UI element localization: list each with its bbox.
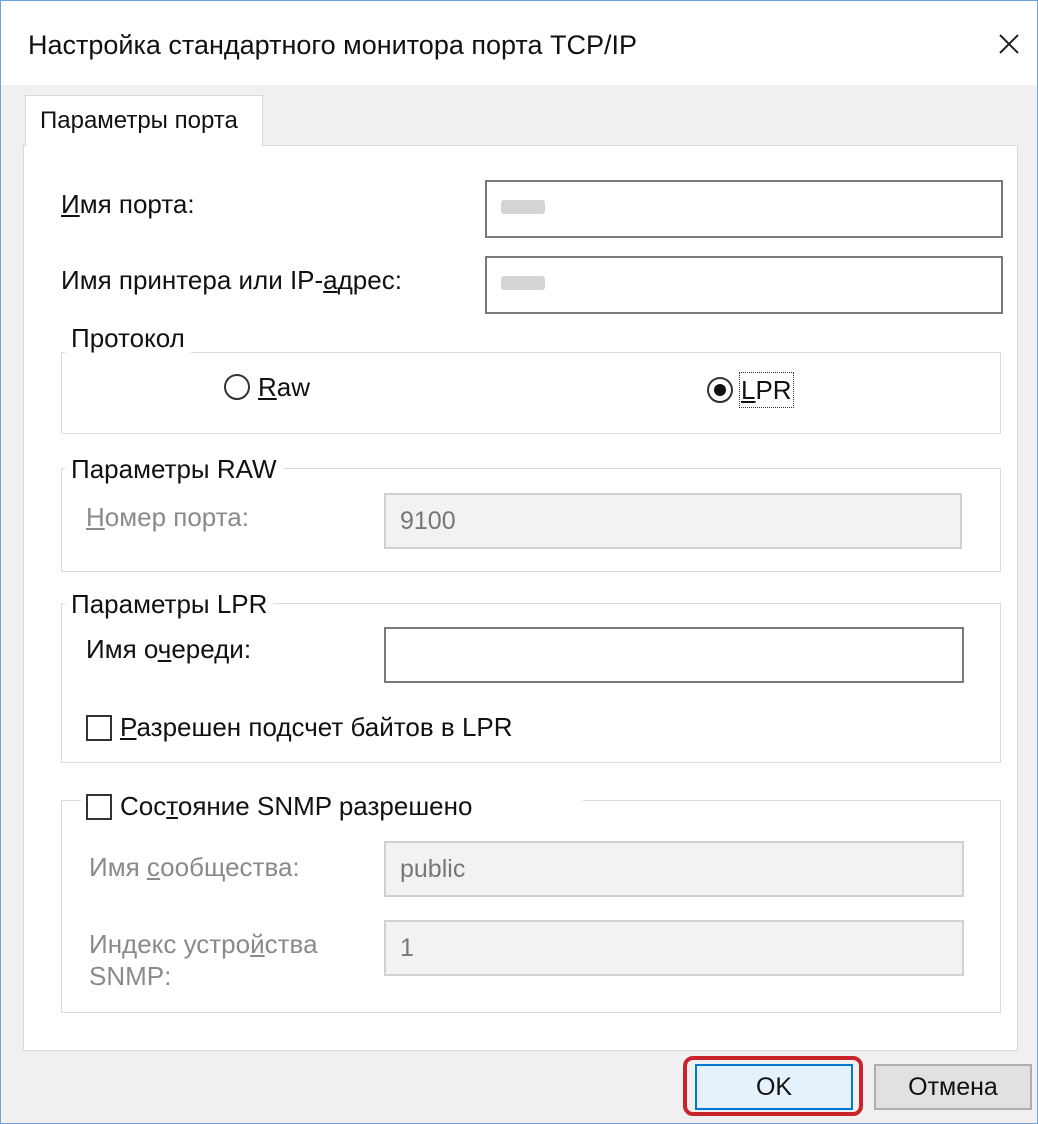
close-icon — [999, 34, 1019, 54]
redacted-value — [501, 276, 545, 290]
protocol-group — [61, 352, 1001, 434]
tab-panel: Имя порта: Имя принтера или IP-адрес: Пр… — [23, 145, 1018, 1051]
printer-address-label: Имя принтера или IP-адрес: — [61, 265, 402, 295]
printer-address-input[interactable] — [485, 256, 1003, 314]
tab-port-settings-label: Параметры порта — [40, 107, 238, 134]
window-title: Настройка стандартного монитора порта TC… — [28, 30, 638, 60]
raw-radio-label[interactable]: Raw — [258, 371, 310, 403]
tab-port-settings[interactable]: Параметры порта — [25, 95, 263, 147]
port-name-input[interactable] — [485, 180, 1003, 238]
community-name-input[interactable]: public — [384, 841, 964, 897]
title-bar[interactable]: Настройка стандартного монитора порта TC… — [1, 1, 1037, 85]
dialog-window: Настройка стандартного монитора порта TC… — [0, 0, 1038, 1124]
lpr-byte-count-checkbox[interactable] — [86, 715, 112, 741]
ok-button-highlight — [683, 1056, 863, 1116]
redacted-value — [501, 200, 545, 214]
close-button[interactable] — [989, 23, 1029, 65]
lpr-radio[interactable] — [707, 377, 733, 403]
snmp-index-input[interactable]: 1 — [384, 920, 964, 976]
snmp-enabled-checkbox[interactable] — [86, 794, 112, 820]
lpr-radio-label[interactable]: LPR — [739, 372, 794, 408]
snmp-index-label: Индекс устройства — [89, 929, 318, 959]
port-number-input[interactable]: 9100 — [384, 493, 962, 549]
queue-name-label: Имя очереди: — [86, 634, 252, 664]
port-number-label: Номер порта: — [86, 502, 249, 532]
community-name-label: Имя сообщества: — [89, 852, 300, 882]
queue-name-input[interactable] — [384, 627, 964, 683]
snmp-index-label-line2: SNMP: — [89, 961, 172, 991]
snmp-group — [61, 800, 1001, 1013]
dialog-client-area: Параметры порта Имя порта: Имя принтера … — [1, 85, 1037, 1123]
lpr-byte-count-label[interactable]: Разрешен подсчет байтов в LPR — [120, 711, 513, 743]
lpr-settings-legend: Параметры LPR — [65, 588, 274, 620]
cancel-button[interactable]: Отмена — [874, 1064, 1032, 1110]
raw-radio[interactable] — [224, 374, 250, 400]
port-name-label: Имя порта: — [61, 189, 195, 219]
protocol-legend: Протокол — [65, 322, 191, 354]
raw-settings-legend: Параметры RAW — [65, 453, 283, 485]
snmp-enabled-label[interactable]: Состояние SNMP разрешено — [120, 790, 472, 822]
